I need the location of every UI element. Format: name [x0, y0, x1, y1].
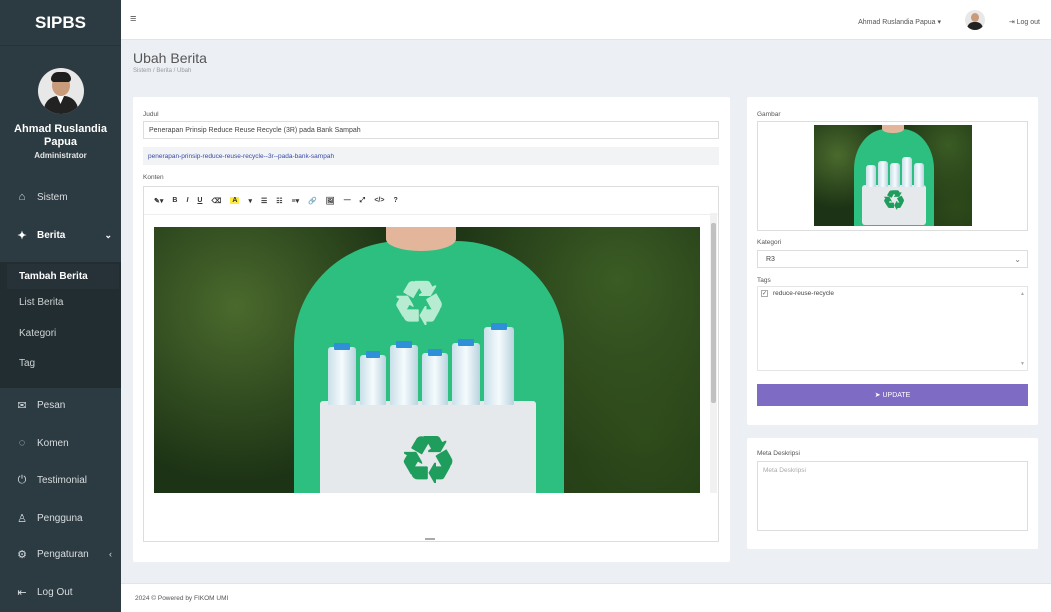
top-navbar: ≡ Ahmad Ruslandia Papua ▾ ⇥ Log out — [121, 0, 1051, 40]
kategori-label: Kategori — [757, 239, 782, 246]
submenu-tag[interactable]: Tag — [19, 358, 35, 369]
sidebar-item-berita[interactable]: ✦ Berita ⌄ — [0, 221, 121, 249]
editor-resize-handle[interactable] — [425, 538, 435, 540]
style-button[interactable]: ✎▾ — [154, 197, 163, 205]
chevron-left-icon: ‹ — [109, 549, 112, 559]
logout-icon: ⇤ — [17, 586, 27, 599]
kategori-selected: R3 — [766, 255, 775, 263]
eraser-button[interactable]: ⌫ — [211, 197, 221, 205]
meta-label: Meta Deskripsi — [757, 450, 800, 457]
submenu-list-berita[interactable]: List Berita — [19, 297, 63, 308]
italic-button[interactable]: I — [186, 197, 188, 204]
scroll-up-icon[interactable]: ▲ — [1020, 291, 1025, 297]
content-image[interactable]: ♻ ♻ — [154, 227, 700, 493]
scroll-down-icon[interactable]: ▼ — [1020, 361, 1025, 367]
breadcrumb: Sistem / Berita / Ubah — [133, 68, 192, 74]
sidebar-item-label: Berita — [37, 229, 66, 241]
editor-toolbar: ✎▾ B I U ⌫ A ▾ ☰ ☷ ≡▾ 🔗 🖼 — ⤢ </> ? — [144, 187, 718, 215]
image-button[interactable]: 🖼 — [326, 197, 335, 205]
avatar — [37, 68, 84, 114]
gambar-label: Gambar — [757, 111, 781, 118]
judul-input[interactable]: Penerapan Prinsip Reduce Reuse Recycle (… — [143, 121, 719, 139]
bold-button[interactable]: B — [172, 197, 177, 204]
sidebar-item-sistem[interactable]: ⌂ Sistem — [0, 183, 121, 211]
tags-list[interactable]: ✓ reduce-reuse-recycle ▲ ▼ — [757, 286, 1028, 371]
tags-label: Tags — [757, 277, 771, 284]
sidebar-item-komen[interactable]: ◌ Komen — [0, 429, 121, 457]
font-color-button[interactable]: A — [230, 197, 240, 204]
image-preview[interactable]: ♻ — [814, 125, 972, 226]
logout-icon: ⇥ — [1008, 19, 1017, 26]
chevron-down-icon: ⌄ — [104, 229, 112, 240]
help-button[interactable]: ? — [393, 197, 397, 204]
footer-text: 2024 © Powered by FIKOM UMI — [135, 594, 229, 602]
tag-label: reduce-reuse-recycle — [773, 290, 835, 297]
comment-icon: ◌ — [18, 437, 26, 449]
underline-button[interactable]: U — [197, 197, 202, 204]
pin-icon: ✦ — [17, 229, 27, 242]
update-button[interactable]: ➤ UPDATE — [757, 384, 1028, 406]
sidebar-item-label: Sistem — [37, 191, 68, 203]
konten-label: Konten — [143, 174, 164, 181]
update-label: UPDATE — [882, 391, 911, 399]
tag-checkbox[interactable]: ✓ — [761, 290, 768, 297]
avatar[interactable] — [965, 10, 985, 30]
code-view-button[interactable]: </> — [374, 197, 384, 204]
sidebar-item-label: Pengguna — [37, 512, 83, 524]
sidebar-item-label: Pesan — [37, 399, 66, 411]
berita-submenu: Tambah Berita List Berita Kategori Tag — [0, 262, 121, 388]
unordered-list-button[interactable]: ☰ — [261, 197, 267, 205]
sidebar-item-logout[interactable]: ⇤ Log Out — [0, 578, 121, 606]
chevron-down-icon: ⌄ — [1014, 254, 1021, 264]
sidebar-item-testimonial[interactable]: ⏻ Testimonial — [0, 466, 121, 494]
send-icon: ➤ — [874, 392, 883, 399]
tag-item[interactable]: ✓ reduce-reuse-recycle — [761, 290, 834, 297]
sidebar-item-label: Log Out — [37, 586, 73, 598]
profile-name: Ahmad Ruslandia Papua — [14, 123, 107, 148]
paragraph-button[interactable]: ≡▾ — [292, 197, 300, 205]
ordered-list-button[interactable]: ☷ — [276, 197, 282, 205]
sidebar-item-pesan[interactable]: ✉ Pesan — [0, 391, 121, 419]
power-icon: ⏻ — [17, 473, 27, 486]
sidebar-item-label: Pengaturan — [37, 548, 89, 560]
submenu-tambah-berita[interactable]: Tambah Berita — [7, 264, 119, 289]
link-button[interactable]: 🔗 — [308, 197, 317, 205]
sidebar-item-label: Komen — [37, 437, 69, 449]
sidebar-item-pengaturan[interactable]: ⚙ Pengaturan ‹ — [0, 540, 121, 568]
judul-label: Judul — [143, 111, 159, 118]
editor-scroll-thumb[interactable] — [711, 223, 716, 403]
gear-icon: ⚙ — [17, 548, 27, 561]
logout-link[interactable]: ⇥ Log out — [1009, 18, 1040, 26]
meta-description-textarea[interactable]: Meta Deskripsi — [757, 461, 1028, 531]
home-icon: ⌂ — [18, 191, 26, 203]
submenu-kategori[interactable]: Kategori — [19, 328, 56, 339]
user-profile: Ahmad Ruslandia Papua Administrator — [0, 46, 121, 177]
footer: 2024 © Powered by FIKOM UMI — [121, 583, 1051, 612]
sidebar-item-pengguna[interactable]: ♙ Pengguna — [0, 504, 121, 532]
user-icon: ♙ — [17, 512, 27, 525]
hamburger-icon[interactable]: ≡ — [130, 13, 136, 25]
brand-logo[interactable]: SIPBS — [0, 0, 121, 46]
sidebar: SIPBS Ahmad Ruslandia Papua Administrato… — [0, 0, 121, 612]
hr-button[interactable]: — — [344, 197, 351, 204]
user-dropdown[interactable]: Ahmad Ruslandia Papua ▾ — [858, 18, 941, 26]
fullscreen-button[interactable]: ⤢ — [360, 197, 366, 205]
logout-label: Log out — [1016, 19, 1040, 26]
mail-icon: ✉ — [17, 399, 27, 412]
kategori-select[interactable]: R3 ⌄ — [757, 250, 1028, 268]
sidebar-item-label: Testimonial — [37, 474, 88, 486]
slug-field[interactable]: penerapan-prinsip-reduce-reuse-recycle--… — [143, 147, 719, 165]
profile-role: Administrator — [34, 151, 87, 160]
page-title: Ubah Berita — [133, 50, 207, 66]
color-dropdown-button[interactable]: ▾ — [248, 197, 252, 205]
